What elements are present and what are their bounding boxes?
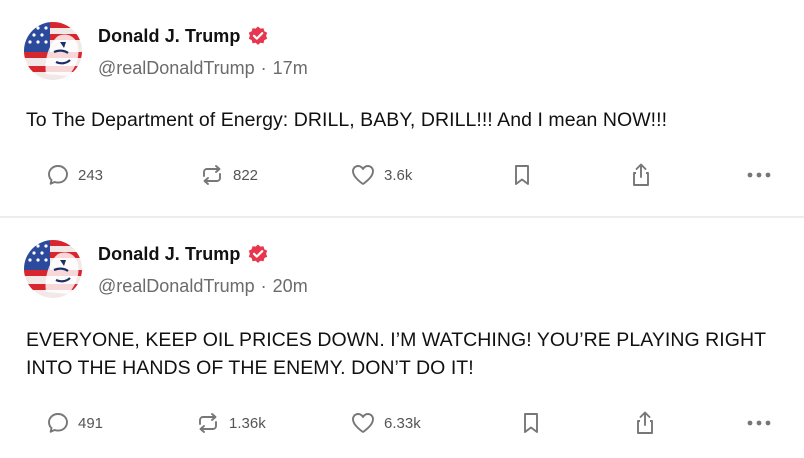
verified-badge-icon — [247, 243, 269, 265]
share-upload-icon — [629, 162, 653, 188]
bookmark-button[interactable] — [512, 160, 532, 190]
repost-arrows-icon — [195, 411, 221, 435]
handle-row: @realDonaldTrump · 20m — [98, 276, 308, 297]
author-handle[interactable]: @realDonaldTrump — [98, 58, 255, 78]
repost-count: 822 — [233, 166, 259, 184]
like-count: 6.33k — [384, 414, 421, 432]
reply-count: 243 — [78, 166, 104, 184]
more-dots-icon — [746, 418, 772, 428]
speech-bubble-icon — [46, 411, 70, 435]
share-upload-icon — [633, 410, 657, 436]
post-feed: Donald J. Trump @realDonaldTrump · 17m To … — [0, 0, 804, 458]
like-button[interactable]: 3.6k — [350, 160, 412, 190]
share-button[interactable] — [633, 408, 657, 438]
separator-dot: · — [260, 58, 267, 78]
repost-count: 1.36k — [229, 414, 266, 432]
avatar[interactable] — [24, 240, 82, 298]
bookmark-button[interactable] — [521, 408, 541, 438]
like-button[interactable]: 6.33k — [350, 408, 421, 438]
more-dots-icon — [746, 170, 772, 180]
handle-row: @realDonaldTrump · 17m — [98, 58, 308, 79]
heart-icon — [350, 163, 376, 187]
post-body: EVERYONE, KEEP OIL PRICES DOWN. I’M WATC… — [26, 329, 766, 379]
post[interactable]: Donald J. Trump @realDonaldTrump · 20m EVE… — [0, 218, 804, 458]
avatar[interactable] — [24, 22, 82, 80]
more-options-button[interactable] — [746, 408, 772, 438]
repost-button[interactable]: 822 — [199, 160, 258, 190]
post[interactable]: Donald J. Trump @realDonaldTrump · 17m To … — [0, 0, 804, 216]
action-bar: 243 822 3.6k — [0, 160, 804, 190]
author-display-name[interactable]: Donald J. Trump — [98, 26, 241, 47]
reply-button[interactable]: 491 — [46, 408, 103, 438]
reply-button[interactable]: 243 — [46, 160, 103, 190]
separator-dot: · — [260, 276, 267, 296]
author-handle[interactable]: @realDonaldTrump — [98, 276, 255, 296]
more-options-button[interactable] — [746, 160, 772, 190]
repost-button[interactable]: 1.36k — [195, 408, 266, 438]
repost-arrows-icon — [199, 163, 225, 187]
bookmark-icon — [521, 411, 541, 435]
author-row: Donald J. Trump — [98, 24, 269, 48]
verified-badge-icon — [247, 25, 269, 47]
bookmark-icon — [512, 163, 532, 187]
like-count: 3.6k — [384, 166, 413, 184]
post-body: To The Department of Energy: DRILL, BABY… — [26, 109, 668, 131]
post-timestamp[interactable]: 17m — [273, 58, 308, 78]
author-display-name[interactable]: Donald J. Trump — [98, 244, 241, 265]
reply-count: 491 — [78, 414, 104, 432]
share-button[interactable] — [629, 160, 653, 190]
speech-bubble-icon — [46, 163, 70, 187]
author-row: Donald J. Trump — [98, 242, 269, 266]
action-bar: 491 1.36k 6.33k — [0, 408, 804, 438]
post-timestamp[interactable]: 20m — [273, 276, 308, 296]
heart-icon — [350, 411, 376, 435]
